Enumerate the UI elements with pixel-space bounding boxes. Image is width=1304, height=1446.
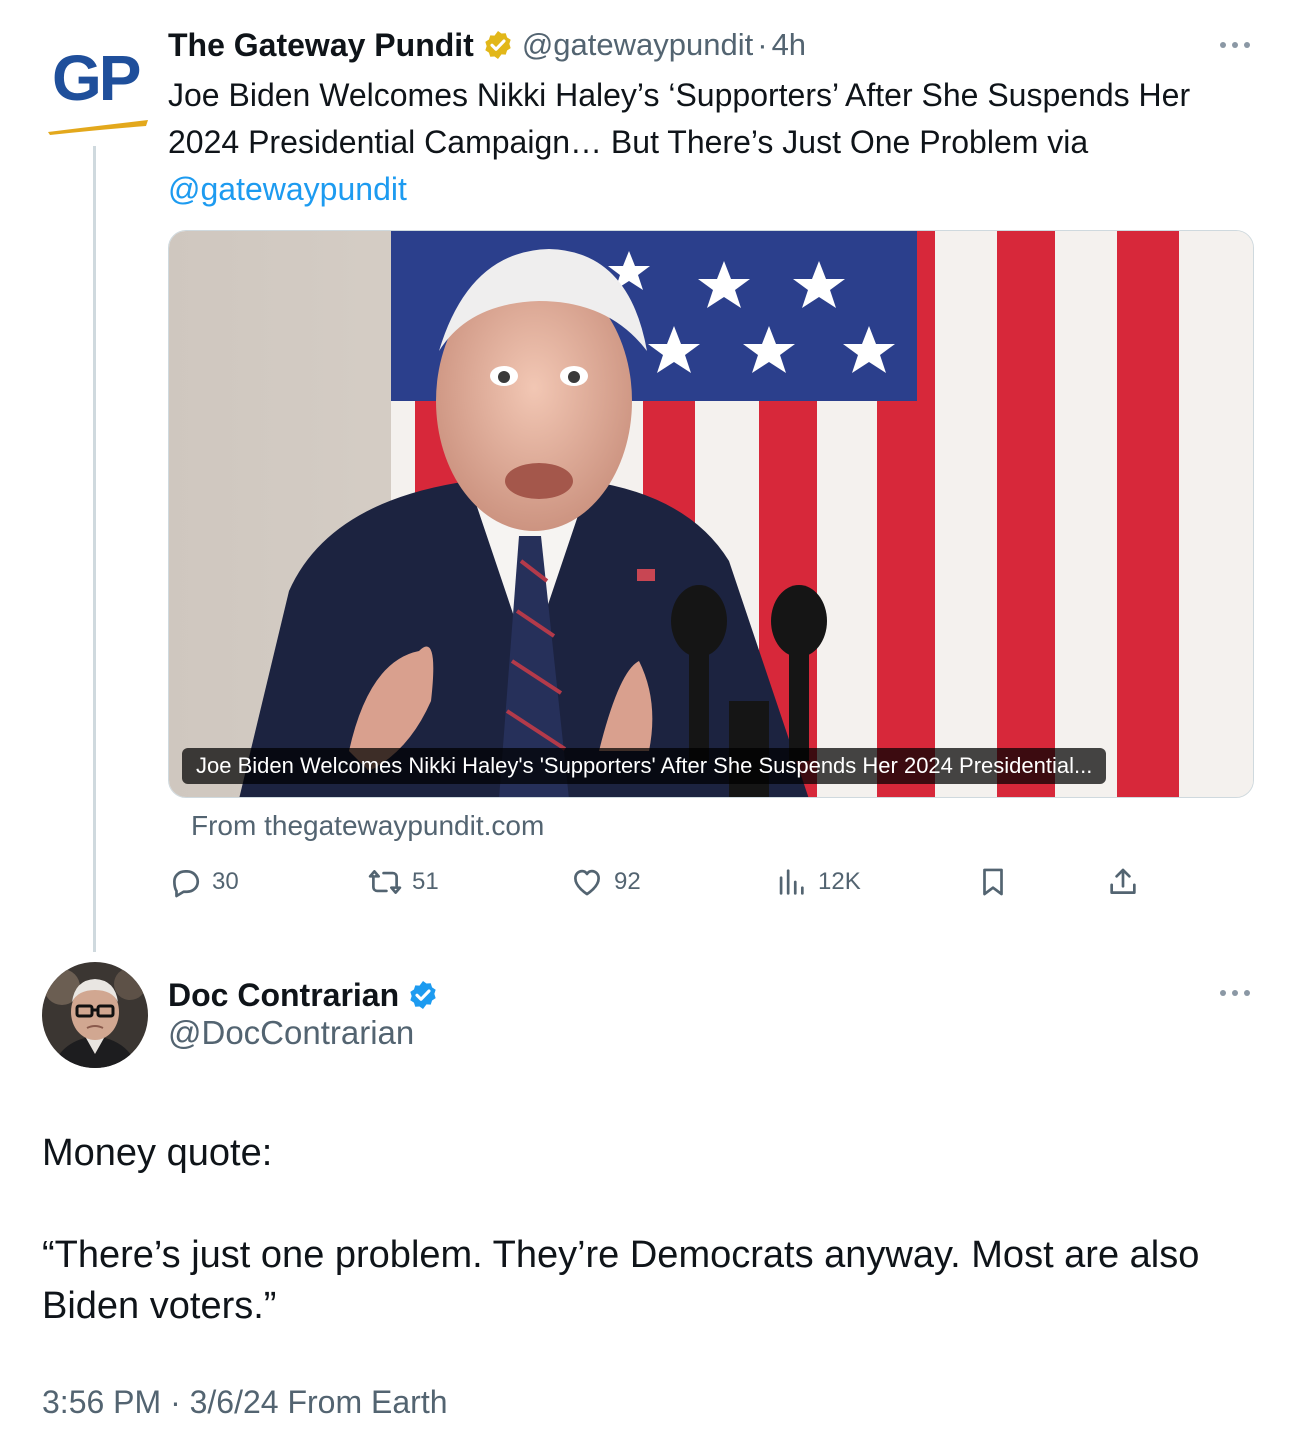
repost-button[interactable]: 51 (368, 862, 439, 902)
handle[interactable]: @gatewaypundit (522, 27, 753, 63)
views-button[interactable]: 12K (774, 862, 861, 902)
tweet-text-line: “There’s just one problem. They’re Democ… (42, 1234, 1200, 1276)
verified-org-badge-icon[interactable] (482, 29, 514, 61)
reply-tweet-text: Money quote: “There’s just one problem. … (42, 1128, 1272, 1332)
doc-contrarian-avatar[interactable] (42, 962, 148, 1068)
views-chart-icon (779, 869, 804, 895)
views-count: 12K (818, 868, 861, 895)
reply-count: 30 (212, 868, 239, 895)
tweet-timestamp[interactable]: 3:56 PM · 3/6/24 From Earth (42, 1384, 448, 1421)
link-card-image[interactable] (168, 230, 1254, 798)
share-button[interactable] (1106, 862, 1140, 902)
tweet-text-line: Money quote: (42, 1132, 273, 1174)
link-card-caption[interactable]: Joe Biden Welcomes Nikki Haley's 'Suppor… (182, 748, 1107, 784)
gateway-pundit-avatar[interactable]: GP (46, 38, 152, 142)
like-button[interactable]: 92 (570, 862, 641, 902)
verified-badge-icon[interactable] (407, 979, 439, 1011)
profile-photo-icon (42, 962, 148, 1068)
more-options-icon[interactable] (1220, 40, 1252, 50)
more-options-icon[interactable] (1220, 988, 1252, 998)
handle[interactable]: @DocContrarian (168, 1014, 414, 1052)
parent-tweet-header: The Gateway Pundit @gatewaypundit · 4h (168, 22, 806, 68)
like-count: 92 (614, 868, 641, 895)
bookmark-icon (983, 868, 1003, 896)
share-icon (1110, 868, 1136, 894)
repost-count: 51 (412, 868, 439, 895)
tweet-text-line: Joe Biden Welcomes Nikki Haley’s ‘Suppor… (168, 77, 1191, 113)
parent-tweet-text: Joe Biden Welcomes Nikki Haley’s ‘Suppor… (168, 72, 1278, 213)
tweet-text-line: Biden voters.” (42, 1285, 277, 1327)
logo-swoosh-icon (48, 120, 148, 135)
link-card-source[interactable]: From thegatewaypundit.com (191, 810, 544, 842)
reply-tweet-header: Doc Contrarian (168, 972, 447, 1018)
display-name[interactable]: Doc Contrarian (168, 977, 399, 1014)
display-name[interactable]: The Gateway Pundit (168, 27, 474, 64)
heart-icon (574, 869, 600, 896)
bookmark-button[interactable] (976, 862, 1010, 902)
reply-icon (173, 870, 200, 898)
thread-connector-line (93, 146, 96, 952)
tweet-text-line: 2024 Presidential Campaign… But There’s … (168, 124, 1089, 160)
repost-icon (368, 870, 402, 894)
avatar-logo-text: GP (52, 42, 141, 114)
reply-button[interactable]: 30 (168, 862, 239, 902)
separator-dot: · (757, 27, 768, 62)
article-photo-icon (169, 231, 1253, 797)
mention-link[interactable]: @gatewaypundit (168, 166, 1278, 213)
tweet-age[interactable]: 4h (772, 27, 806, 63)
